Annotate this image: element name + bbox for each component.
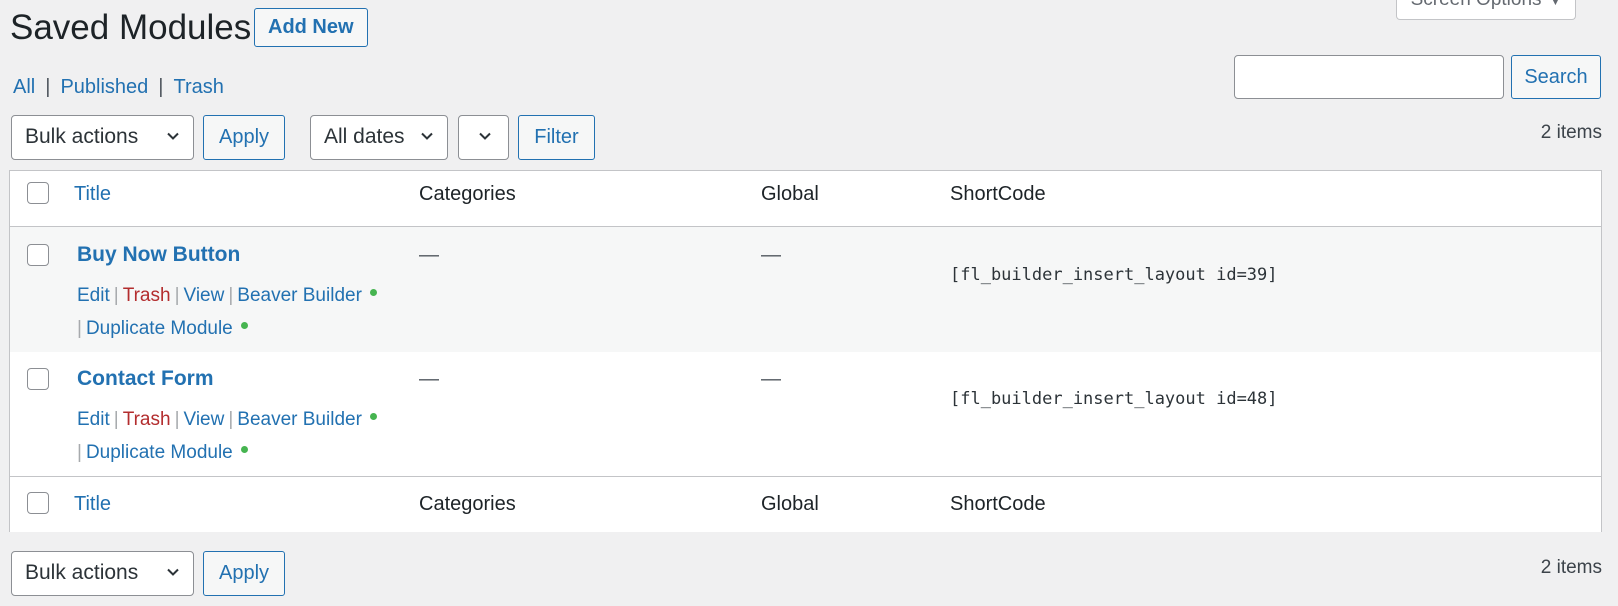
status-dot-icon xyxy=(369,413,377,421)
apply-button[interactable]: Apply xyxy=(203,115,285,160)
select-all-checkbox[interactable] xyxy=(27,492,49,514)
bulk-actions-select[interactable]: Bulk actions xyxy=(11,551,194,596)
row-checkbox[interactable] xyxy=(27,368,49,390)
search-button[interactable]: Search xyxy=(1511,55,1601,99)
edit-link[interactable]: Edit xyxy=(77,409,110,430)
action-separator: | xyxy=(113,285,119,306)
beaver-builder-link[interactable]: Beaver Builder xyxy=(237,285,362,306)
select-all-checkbox[interactable] xyxy=(27,182,49,204)
status-dot-icon xyxy=(369,289,377,297)
category-filter-select[interactable] xyxy=(458,115,509,160)
view-separator: | xyxy=(158,76,164,98)
filter-button[interactable]: Filter xyxy=(518,115,595,160)
view-published-link[interactable]: Published xyxy=(60,76,148,98)
global-cell: — xyxy=(761,368,781,390)
row-title-link[interactable]: Buy Now Button xyxy=(77,241,240,269)
item-count: 2 items xyxy=(1540,557,1602,578)
column-shortcode: ShortCode xyxy=(950,493,1046,515)
view-link[interactable]: View xyxy=(184,409,225,430)
screen-options-label: Screen Options xyxy=(1411,0,1542,10)
table-header: Title Categories Global ShortCode xyxy=(10,171,1601,227)
bulk-actions-value: Bulk actions xyxy=(25,125,139,148)
page-title: Saved Modules xyxy=(10,8,252,47)
global-cell: — xyxy=(761,244,781,266)
caret-down-icon: ▼ xyxy=(1549,0,1562,8)
dates-filter-select[interactable]: All dates xyxy=(310,115,448,160)
search-input[interactable] xyxy=(1234,55,1504,99)
row-actions: Edit | Trash | View | Beaver Builder | Duplicate… xyxy=(77,403,397,469)
categories-cell: — xyxy=(419,244,439,266)
action-separator: | xyxy=(228,409,234,430)
table-footer: Title Categories Global ShortCode xyxy=(10,476,1601,532)
column-global: Global xyxy=(761,493,819,515)
table-row: Buy Now Button Edit | Trash | View | Beaver Bu… xyxy=(10,227,1601,352)
item-count: 2 items xyxy=(1540,122,1602,143)
status-dot-icon xyxy=(240,322,248,330)
trash-link[interactable]: Trash xyxy=(123,409,171,430)
dates-filter-value: All dates xyxy=(324,125,405,148)
apply-button[interactable]: Apply xyxy=(203,551,285,596)
table-row: Contact Form Edit | Trash | View | Beaver Buil… xyxy=(10,351,1601,476)
action-separator: | xyxy=(174,285,180,306)
view-all-link[interactable]: All xyxy=(13,76,35,98)
column-title-sort[interactable]: Title xyxy=(74,490,111,518)
chevron-down-icon xyxy=(421,132,433,140)
column-shortcode: ShortCode xyxy=(950,183,1046,205)
edit-link[interactable]: Edit xyxy=(77,285,110,306)
chevron-down-icon xyxy=(479,132,491,140)
column-title-sort[interactable]: Title xyxy=(74,180,111,208)
action-separator: | xyxy=(113,409,119,430)
duplicate-module-link[interactable]: Duplicate Module xyxy=(86,318,233,339)
view-link[interactable]: View xyxy=(184,285,225,306)
action-separator: | xyxy=(228,285,234,306)
action-separator: | xyxy=(77,318,82,339)
row-checkbox[interactable] xyxy=(27,244,49,266)
chevron-down-icon xyxy=(167,568,179,576)
categories-cell: — xyxy=(419,368,439,390)
view-trash-link[interactable]: Trash xyxy=(173,76,223,98)
status-dot-icon xyxy=(240,446,248,454)
beaver-builder-link[interactable]: Beaver Builder xyxy=(237,409,362,430)
action-separator: | xyxy=(77,442,82,463)
chevron-down-icon xyxy=(167,132,179,140)
duplicate-module-link[interactable]: Duplicate Module xyxy=(86,442,233,463)
column-categories: Categories xyxy=(419,183,516,205)
row-actions: Edit | Trash | View | Beaver Builder | Duplicate… xyxy=(77,279,397,345)
add-new-button[interactable]: Add New xyxy=(254,8,368,47)
bulk-actions-value: Bulk actions xyxy=(25,561,139,584)
view-separator: | xyxy=(45,76,51,98)
trash-link[interactable]: Trash xyxy=(123,285,171,306)
column-global: Global xyxy=(761,183,819,205)
shortcode-cell: [fl_builder_insert_layout id=39] xyxy=(950,265,1278,285)
view-filters: All | Published | Trash xyxy=(13,73,224,101)
bulk-actions-select[interactable]: Bulk actions xyxy=(11,115,194,160)
row-title-link[interactable]: Contact Form xyxy=(77,365,214,393)
modules-table: Title Categories Global ShortCode Buy No… xyxy=(9,170,1602,532)
screen-options-tab[interactable]: Screen Options ▼ xyxy=(1396,0,1576,20)
shortcode-cell: [fl_builder_insert_layout id=48] xyxy=(950,389,1278,409)
action-separator: | xyxy=(174,409,180,430)
column-categories: Categories xyxy=(419,493,516,515)
